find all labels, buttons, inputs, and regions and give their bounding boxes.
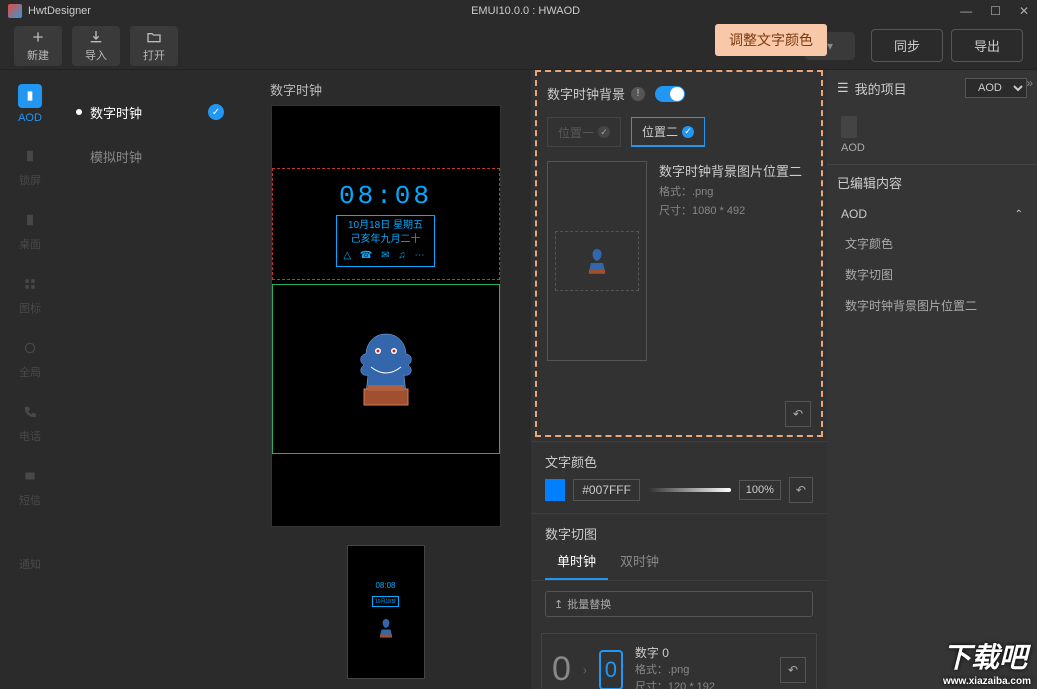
close-icon[interactable]: ✕ [1019,4,1029,18]
edited-item-text-color[interactable]: 文字颜色 [827,228,1037,259]
bg-section-header: 数字时钟背景 ! [547,80,811,107]
properties-panel: 数字时钟背景 ! 位置一 ✓ 位置二 ✓ [531,70,827,689]
window-subtitle: EMUI10.0.0 : HWAOD [91,5,960,17]
bg-section-highlight: 数字时钟背景 ! 位置一 ✓ 位置二 ✓ [535,70,823,437]
category-rail: AOD 锁屏 桌面 图标 全局 电话 短信 通知 [0,70,60,689]
rail-lock[interactable]: 锁屏 [8,144,52,188]
edited-group-aod[interactable]: AOD ⌃ [827,200,1037,228]
list-icon [23,533,37,547]
digit-glyph-default: 0 [552,650,571,689]
color-swatch[interactable] [545,479,565,501]
chevron-up-icon: ⌃ [1015,209,1023,220]
phone-icon [23,405,37,419]
phone-aod-icon [23,89,37,103]
component-list: 数字时钟 ✓ 模拟时钟 [60,70,240,689]
digit-glyph-selected: 0 [599,650,623,689]
open-button[interactable]: 打开 [130,26,178,66]
digit-0-row[interactable]: 0 › 0 数字 0 格式：.png 尺寸：120 * 192 ↶ [541,633,817,689]
lock-icon [23,149,37,163]
edited-section-header: 已编辑内容 [827,164,1037,200]
new-button[interactable]: 新建 [14,26,62,66]
image-zone[interactable] [272,284,500,454]
new-label: 新建 [27,47,49,63]
chevron-right-icon: › [583,663,587,677]
color-hex-input[interactable]: #007FFF [573,479,640,501]
phone-preview[interactable]: 08:08 10月18日 星期五 己亥年九月二十 △ ☎ ✉ ♫ ⋯ [271,105,501,527]
bullet-icon [76,109,82,115]
preview-panel: 数字时钟 08:08 10月18日 星期五 己亥年九月二十 △ ☎ ✉ ♫ ⋯ [240,70,531,689]
hamburger-icon[interactable]: ☰ [837,80,849,96]
import-label: 导入 [85,47,107,63]
component-digital-clock[interactable]: 数字时钟 ✓ [60,90,240,134]
tab-double-clock[interactable]: 双时钟 [608,543,671,580]
export-button[interactable]: 导出 [951,29,1023,62]
grid-icon [23,277,37,291]
dragon-thumb-icon [371,613,401,643]
minimize-icon[interactable]: ― [960,4,972,18]
dragon-artwork [336,319,436,419]
rail-global[interactable]: 全局 [8,336,52,380]
plus-icon [30,29,46,45]
message-icon [23,469,37,483]
preview-thumbnail[interactable]: 08:08 10月18日 [347,545,425,679]
project-select[interactable]: AOD [965,78,1027,98]
date-box: 10月18日 星期五 己亥年九月二十 △ ☎ ✉ ♫ ⋯ [336,215,434,267]
rail-sms[interactable]: 短信 [8,464,52,508]
window-controls: ― ☐ ✕ [960,4,1029,18]
rail-desktop[interactable]: 桌面 [8,208,52,252]
import-button[interactable]: 导入 [72,26,120,66]
clock-time: 08:08 [339,181,432,211]
bg-meta: 数字时钟背景图片位置二 格式：.png 尺寸：1080 * 492 [659,161,811,220]
tab-single-clock[interactable]: 单时钟 [545,543,608,580]
rail-phone[interactable]: 电话 [8,400,52,444]
status-icons-row: △ ☎ ✉ ♫ ⋯ [343,249,427,263]
import-icon [88,29,104,45]
open-label: 打开 [143,47,165,63]
check-icon: ✓ [598,126,610,138]
toolbar: 新建 导入 打开 ▾ 同步 导出 [0,22,1037,70]
rail-notif[interactable]: 通知 [8,528,52,572]
opacity-value[interactable]: 100% [739,480,781,500]
undo-digit-button[interactable]: ↶ [780,657,806,683]
tutorial-callout: 调整文字颜色 [715,24,827,56]
clock-zone[interactable]: 08:08 10月18日 星期五 己亥年九月二十 △ ☎ ✉ ♫ ⋯ [272,168,500,280]
info-icon[interactable]: ! [631,87,645,101]
digit-section-header: 数字切图 [531,513,827,543]
position-1-button[interactable]: 位置一 ✓ [547,117,621,147]
bg-toggle[interactable] [655,86,685,102]
project-header: ☰ 我的项目 AOD [827,70,1037,106]
app-icon [8,4,22,18]
desktop-icon [23,213,37,227]
main: AOD 锁屏 桌面 图标 全局 电话 短信 通知 数字时钟 ✓ 模拟时钟 数字时… [0,70,1037,689]
folder-icon [146,29,162,45]
expand-icon[interactable]: » [1026,76,1033,90]
titlebar: HwtDesigner EMUI10.0.0 : HWAOD ― ☐ ✕ [0,0,1037,22]
globe-icon [23,341,37,355]
digit-tabs: 单时钟 双时钟 [531,543,827,581]
undo-button[interactable]: ↶ [785,401,811,427]
component-analog-clock[interactable]: 模拟时钟 [60,134,240,178]
edited-item-bg-pos2[interactable]: 数字时钟背景图片位置二 [827,290,1037,321]
check-icon: ✓ [208,104,224,120]
rail-aod[interactable]: AOD [8,84,52,124]
preview-title: 数字时钟 [270,80,322,99]
phone-thumb-icon [841,116,857,138]
text-color-section: 文字颜色 #007FFF 100% ↶ [531,441,827,513]
edited-item-digit-cut[interactable]: 数字切图 [827,259,1037,290]
text-color-label: 文字颜色 [545,452,813,471]
opacity-slider[interactable] [648,488,731,492]
app-title: HwtDesigner [28,5,91,17]
undo-color-button[interactable]: ↶ [789,477,813,503]
bg-preview-frame[interactable] [547,161,647,361]
sync-button[interactable]: 同步 [871,29,943,62]
dragon-bg-icon [577,241,617,281]
check-icon: ✓ [682,126,694,138]
batch-replace-button[interactable]: ↥ 批量替换 [545,591,813,617]
maximize-icon[interactable]: ☐ [990,4,1001,18]
position-2-button[interactable]: 位置二 ✓ [631,117,705,147]
upload-icon: ↥ [554,598,563,611]
project-item-aod[interactable]: AOD [827,106,1037,164]
rail-icons[interactable]: 图标 [8,272,52,316]
project-panel: » ☰ 我的项目 AOD AOD 已编辑内容 AOD ⌃ 文字颜色 数字切图 数… [827,70,1037,689]
